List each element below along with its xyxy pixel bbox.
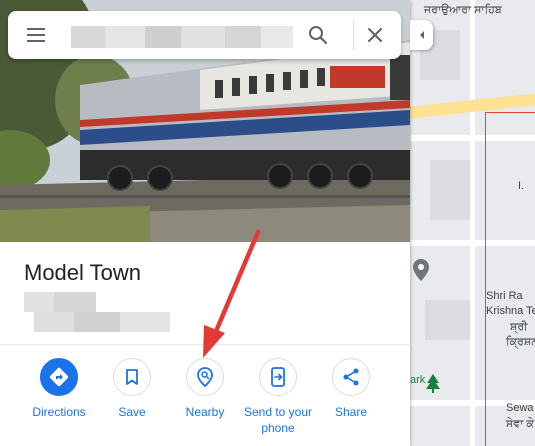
share-nodes-icon — [332, 358, 370, 396]
area-boundary — [485, 112, 535, 113]
blurred-address — [24, 292, 170, 332]
map-label-sewa-line1: Sewa Ke — [506, 402, 535, 414]
map-label-i: I. — [518, 180, 525, 192]
area-boundary — [485, 112, 486, 446]
save-button[interactable]: Save — [92, 358, 172, 420]
map-label-temple-line2: Krishna Tem — [486, 305, 535, 317]
search-divider — [353, 20, 354, 50]
gray-map-pin-icon[interactable] — [412, 258, 430, 282]
save-label: Save — [118, 405, 146, 419]
map-view[interactable]: ਜਰਾਉਆਰਾ ਸਾਹਿਬ I. Shri Ra Krishna Tem ਸ਼੍… — [410, 0, 535, 446]
map-road — [470, 0, 475, 446]
map-label-top: ਜਰਾਉਆਰਾ ਸਾਹਿਬ — [424, 4, 502, 16]
share-label: Share — [334, 405, 368, 419]
share-button[interactable]: Share — [311, 358, 391, 420]
magnifier-icon[interactable] — [306, 23, 330, 47]
map-label-temple-line4: ਕ੍ਰਿਸ਼ਨ — [506, 336, 535, 348]
map-label-temple-line3: ਸ਼੍ਰੀ — [510, 321, 528, 333]
caret-left-icon[interactable] — [410, 20, 433, 50]
section-divider — [0, 344, 410, 345]
map-label-park: ark — [410, 374, 426, 386]
nearby-label: Nearby — [185, 405, 225, 419]
x-close-icon[interactable] — [363, 23, 387, 47]
map-block — [425, 300, 475, 340]
place-side-panel: Model Town Directions Save Nearby Send t… — [0, 0, 410, 446]
search-box — [8, 11, 401, 59]
directions-button[interactable]: Directions — [19, 358, 99, 420]
blurred-search-query — [71, 26, 293, 48]
bookmark-icon — [113, 358, 151, 396]
send-to-phone-button[interactable]: Send to your phone — [238, 358, 318, 436]
nearby-button[interactable]: Nearby — [165, 358, 245, 420]
location-pin-search-icon — [186, 358, 224, 396]
send-to-phone-label: Send to your phone — [243, 405, 313, 435]
diamond-turn-arrow-icon — [40, 358, 78, 396]
map-block — [430, 160, 475, 220]
phone-send-icon — [259, 358, 297, 396]
place-title: Model Town — [24, 260, 141, 285]
map-label-temple-line1: Shri Ra — [486, 290, 523, 302]
hamburger-menu-icon[interactable] — [22, 23, 50, 47]
map-label-sewa-line2: ਸੇਵਾ ਕੇ — [506, 418, 534, 430]
green-tree-icon[interactable] — [424, 373, 442, 393]
directions-label: Directions — [32, 405, 86, 419]
